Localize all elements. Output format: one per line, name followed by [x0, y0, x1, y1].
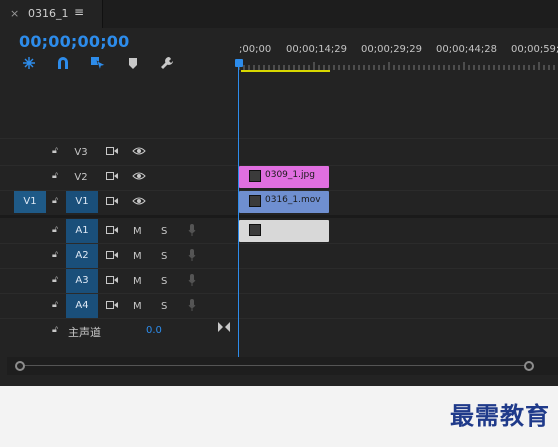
lock-icon[interactable]: 🔓︎ — [52, 225, 58, 235]
track-target-a1[interactable]: A1 — [66, 219, 98, 243]
sync-lock-icon[interactable] — [106, 275, 118, 288]
mute-button[interactable]: M — [133, 301, 142, 312]
playhead-timecode[interactable]: 00;00;00;00 — [19, 32, 129, 51]
eye-icon[interactable] — [132, 146, 146, 159]
master-volume[interactable]: 0.0 — [146, 325, 162, 336]
track-a4: 🔓︎ A4 M S — [0, 294, 558, 318]
fx-badge-icon — [249, 170, 261, 182]
ruler-label: ;00;00 — [239, 44, 272, 55]
sync-lock-icon[interactable] — [106, 250, 118, 263]
sync-lock-icon[interactable] — [106, 146, 118, 159]
eye-icon[interactable] — [132, 171, 146, 184]
linked-selection-icon[interactable] — [90, 55, 106, 72]
solo-button[interactable]: S — [161, 226, 167, 237]
clip-video[interactable]: 0316_1.mov — [239, 191, 329, 213]
panel-menu-icon[interactable]: ≡ — [74, 5, 84, 19]
track-a3: 🔓︎ A3 M S — [0, 269, 558, 293]
track-v2: 🔓︎ V2 0309_1.jpg — [0, 166, 558, 190]
playhead-handle[interactable] — [235, 59, 243, 67]
snap-icon[interactable] — [55, 55, 71, 71]
playhead-line[interactable] — [238, 66, 239, 360]
mute-button[interactable]: M — [133, 251, 142, 262]
source-patch-v1[interactable]: V1 — [14, 191, 46, 213]
track-a1: 🔓︎ A1 M S — [0, 219, 558, 243]
solo-button[interactable]: S — [161, 251, 167, 262]
fx-badge-icon — [249, 195, 261, 207]
lock-icon[interactable]: 🔓︎ — [52, 171, 58, 181]
microphone-icon[interactable] — [188, 299, 196, 315]
solo-button[interactable]: S — [161, 301, 167, 312]
lock-icon[interactable]: 🔓︎ — [52, 196, 58, 206]
clip-audio[interactable] — [239, 220, 329, 242]
scroll-handle-left[interactable] — [15, 361, 25, 371]
add-marker-icon[interactable] — [125, 55, 141, 71]
ruler-label: 00;00;29;29 — [361, 44, 423, 55]
track-v1: V1 🔓︎ V1 0316_1.mov — [0, 191, 558, 215]
lock-icon[interactable]: 🔓︎ — [52, 300, 58, 310]
solo-button[interactable]: S — [161, 276, 167, 287]
ruler-label: 00;00;44;28 — [436, 44, 498, 55]
clip-name: 0309_1.jpg — [265, 170, 315, 180]
track-target-v1[interactable]: V1 — [66, 191, 98, 213]
master-track: 🔓︎ 主声道 0.0 — [0, 319, 558, 343]
scroll-handle-right[interactable] — [524, 361, 534, 371]
track-v3: 🔓︎ V3 — [0, 141, 558, 165]
av-separator[interactable] — [0, 215, 558, 218]
master-label: 主声道 — [68, 326, 101, 339]
microphone-icon[interactable] — [188, 274, 196, 290]
track-name[interactable]: V3 — [70, 147, 92, 158]
sequence-tab[interactable]: × 0316_1 ≡ — [0, 0, 103, 28]
sync-lock-icon[interactable] — [106, 300, 118, 313]
track-a2: 🔓︎ A2 M S — [0, 244, 558, 268]
microphone-icon[interactable] — [188, 224, 196, 240]
fx-badge-icon — [249, 224, 261, 236]
track-target-a4[interactable]: A4 — [66, 294, 98, 318]
lock-icon[interactable]: 🔓︎ — [52, 146, 58, 156]
horizontal-zoom-scrollbar[interactable] — [7, 357, 558, 375]
watermark: 最需教育 — [450, 401, 550, 430]
mute-button[interactable]: M — [133, 226, 142, 237]
ruler-label: 00;00;59; — [511, 44, 558, 55]
track-name[interactable]: V2 — [70, 172, 92, 183]
lock-icon[interactable]: 🔓︎ — [52, 250, 58, 260]
track-target-a3[interactable]: A3 — [66, 269, 98, 293]
eye-icon[interactable] — [132, 196, 146, 209]
go-to-edit-point-icon[interactable] — [218, 322, 230, 335]
sync-lock-icon[interactable] — [106, 196, 118, 209]
sync-lock-icon[interactable] — [106, 171, 118, 184]
scrollbar-track[interactable] — [21, 365, 526, 366]
clip-image[interactable]: 0309_1.jpg — [239, 166, 329, 188]
clip-name: 0316_1.mov — [265, 195, 321, 205]
microphone-icon[interactable] — [188, 249, 196, 265]
mute-button[interactable]: M — [133, 276, 142, 287]
sync-lock-icon[interactable] — [106, 225, 118, 238]
work-area-bar[interactable] — [241, 70, 330, 72]
ruler-label: 00;00;14;29 — [286, 44, 348, 55]
tab-close-button[interactable]: × — [10, 7, 19, 20]
tab-title: 0316_1 — [28, 7, 69, 20]
lock-icon[interactable]: 🔓︎ — [52, 325, 58, 335]
wrench-icon[interactable] — [159, 55, 175, 71]
track-target-a2[interactable]: A2 — [66, 244, 98, 268]
divider — [0, 138, 558, 139]
lock-icon[interactable]: 🔓︎ — [52, 275, 58, 285]
panel-tab-bar: × 0316_1 ≡ — [0, 0, 558, 28]
insert-nest-icon[interactable] — [21, 55, 37, 71]
